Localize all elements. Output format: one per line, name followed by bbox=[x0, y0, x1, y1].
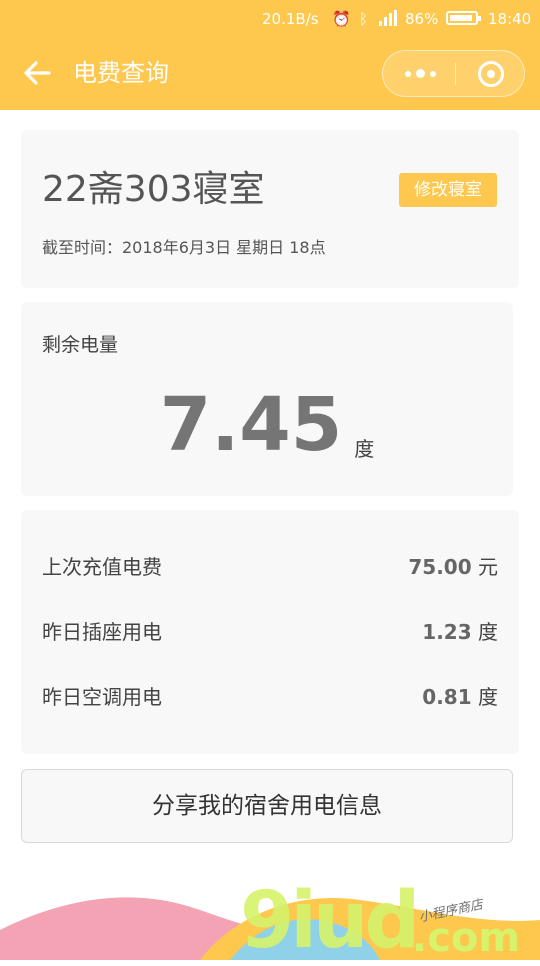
stat-unit: 度 bbox=[478, 620, 498, 644]
more-dot-icon bbox=[405, 71, 411, 77]
stat-row-socket-usage: 昨日插座用电 1.23 度 bbox=[42, 617, 498, 647]
remaining-value: 7.45 度 bbox=[21, 382, 513, 492]
remaining-label: 剩余电量 bbox=[42, 334, 119, 356]
room-name: 22斋303寝室 bbox=[42, 169, 265, 210]
signal-icon bbox=[378, 10, 398, 30]
bluetooth-icon: ᛒ bbox=[359, 10, 369, 28]
stat-label: 昨日空调用电 bbox=[42, 685, 162, 709]
update-timestamp: 截至时间：2018年6月3日 星期日 18点 bbox=[42, 238, 326, 257]
status-bar: 20.1B/s ⏰ ᛒ 86% 18:40 bbox=[0, 0, 540, 36]
close-mini-program-button[interactable] bbox=[456, 51, 524, 96]
app-header: 20.1B/s ⏰ ᛒ 86% 18:40 电费查询 bbox=[0, 0, 540, 110]
remaining-number: 7.45 bbox=[159, 382, 343, 468]
stat-value: 1.23 度 bbox=[422, 617, 498, 647]
stat-label: 昨日插座用电 bbox=[42, 620, 162, 644]
watermark-logo: 9iud bbox=[240, 876, 420, 966]
network-speed: 20.1B/s bbox=[262, 10, 319, 28]
stat-value: 0.81 度 bbox=[422, 682, 498, 712]
stat-unit: 度 bbox=[478, 685, 498, 709]
stat-number: 0.81 bbox=[422, 685, 472, 709]
change-room-button[interactable]: 修改寝室 bbox=[399, 173, 497, 207]
stat-number: 75.00 bbox=[408, 555, 472, 579]
battery-percent: 86% bbox=[405, 10, 439, 28]
remaining-unit: 度 bbox=[354, 437, 375, 461]
more-dot-icon bbox=[416, 69, 425, 78]
more-dot-icon bbox=[430, 71, 436, 77]
battery-icon bbox=[446, 11, 481, 25]
target-dot bbox=[487, 70, 495, 78]
usage-stats-card: 上次充值电费 75.00 元 昨日插座用电 1.23 度 昨日空调用电 0.81… bbox=[21, 510, 519, 754]
mini-program-capsule bbox=[382, 50, 525, 97]
remaining-power-card: 剩余电量 7.45 度 bbox=[21, 302, 513, 496]
stat-label: 上次充值电费 bbox=[42, 555, 162, 579]
stat-row-last-recharge: 上次充值电费 75.00 元 bbox=[42, 552, 498, 582]
page-title: 电费查询 bbox=[73, 59, 169, 87]
share-dorm-info-button[interactable]: 分享我的宿舍用电信息 bbox=[21, 769, 513, 843]
stat-row-ac-usage: 昨日空调用电 0.81 度 bbox=[42, 682, 498, 712]
more-options-button[interactable] bbox=[383, 51, 455, 96]
stat-unit: 元 bbox=[478, 555, 498, 579]
clock-time: 18:40 bbox=[488, 10, 532, 28]
back-arrow-icon[interactable] bbox=[22, 58, 52, 88]
alarm-icon: ⏰ bbox=[332, 10, 351, 28]
stat-value: 75.00 元 bbox=[408, 552, 498, 582]
room-info-card: 22斋303寝室 修改寝室 截至时间：2018年6月3日 星期日 18点 bbox=[21, 130, 519, 288]
stat-number: 1.23 bbox=[422, 620, 472, 644]
